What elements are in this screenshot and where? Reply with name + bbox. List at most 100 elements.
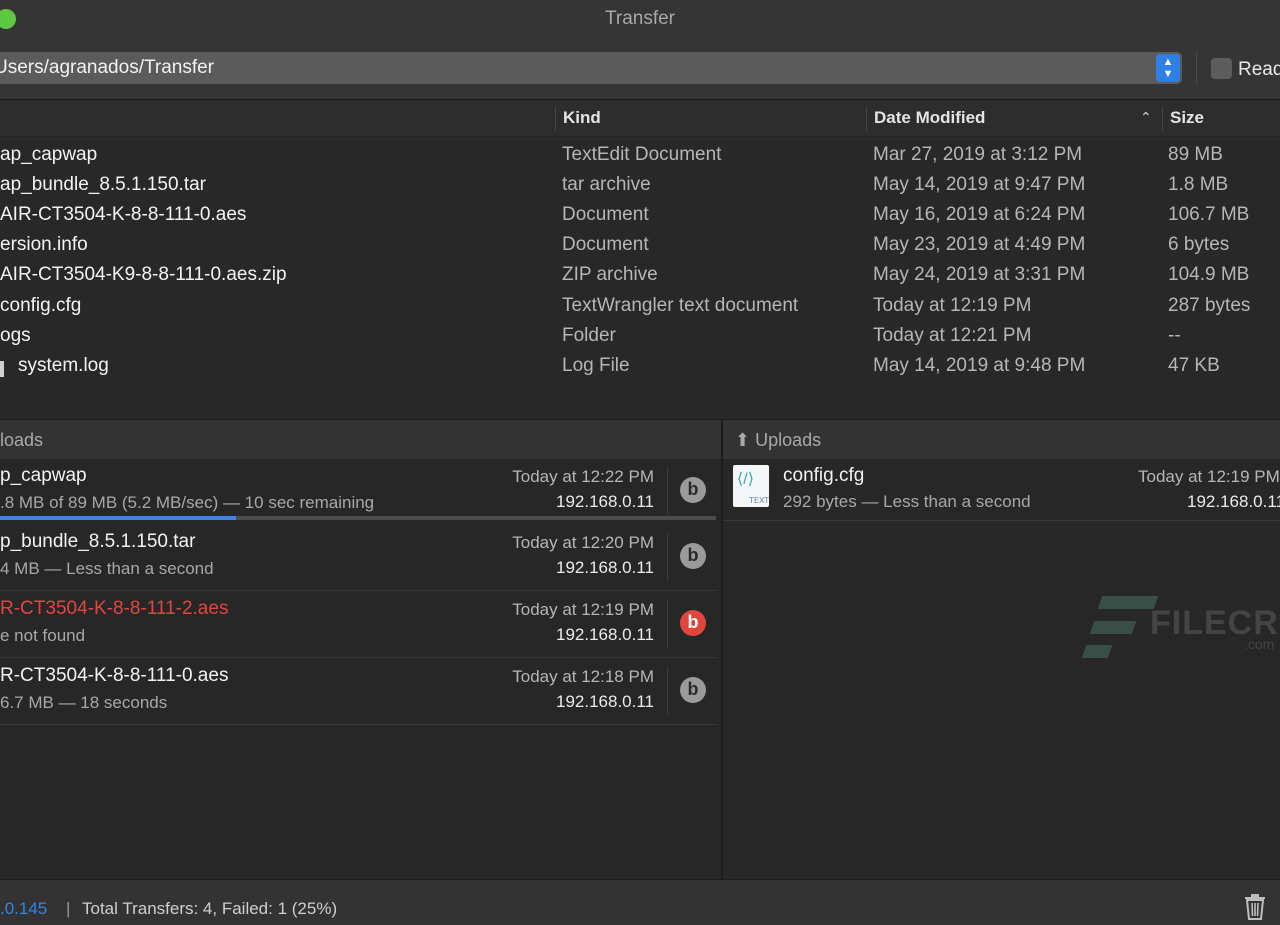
file-date: May 14, 2019 at 9:48 PM — [873, 355, 1086, 376]
file-size: 89 MB — [1168, 144, 1223, 165]
uploads-header: ⬆ Uploads — [723, 419, 1280, 459]
transfer-row[interactable]: R-CT3504-K-8-8-111-0.aes 6.7 MB — 18 sec… — [0, 659, 718, 725]
column-header-kind[interactable]: Kind — [563, 108, 601, 128]
column-divider[interactable] — [1162, 107, 1163, 131]
file-kind: Folder — [562, 325, 616, 346]
path-text: Users/agranados/Transfer — [0, 57, 215, 78]
read-only-checkbox[interactable] — [1211, 58, 1232, 79]
transfer-ip: 192.168.0.11 — [556, 692, 654, 711]
transfer-name: R-CT3504-K-8-8-111-0.aes — [0, 665, 229, 686]
transfer-name: p_bundle_8.5.1.150.tar — [0, 531, 196, 552]
file-date: May 16, 2019 at 6:24 PM — [873, 204, 1086, 225]
row-divider — [667, 600, 668, 648]
watermark-sub: .com — [1244, 636, 1275, 652]
file-kind: tar archive — [562, 174, 651, 195]
file-list-header: Kind Date Modified ⌃ Size — [0, 101, 1280, 137]
file-name: config.cfg — [0, 295, 82, 316]
transfer-detail: 6.7 MB — 18 seconds — [0, 693, 168, 712]
error-button-icon[interactable]: b — [680, 610, 706, 636]
path-popup-button[interactable]: Users/agranados/Transfer ▲ ▼ — [0, 52, 1182, 84]
transfer-summary: Total Transfers: 4, Failed: 1 (25%) — [82, 899, 338, 918]
watermark-bar — [1081, 645, 1113, 658]
file-name: AIR-CT3504-K9-8-8-111-0.aes.zip — [0, 264, 287, 285]
transfer-time: Today at 12:22 PM — [512, 467, 654, 486]
downloads-header: loads — [0, 419, 721, 459]
upload-row[interactable]: ⟨/⟩ TEXT config.cfg 292 bytes — Less tha… — [723, 459, 1280, 521]
log-file-icon — [0, 361, 4, 377]
progress-bar — [0, 516, 716, 520]
reveal-button-icon[interactable]: b — [680, 677, 706, 703]
row-divider — [667, 667, 668, 715]
file-date: May 23, 2019 at 4:49 PM — [873, 234, 1086, 255]
column-divider[interactable] — [866, 107, 867, 131]
transfer-time: Today at 12:19 PM — [512, 600, 654, 619]
status-bar: .0.145 | Total Transfers: 4, Failed: 1 (… — [0, 879, 1280, 925]
up-down-chevron-icon[interactable]: ▲ ▼ — [1156, 54, 1180, 82]
filecr-watermark-logo: FILECR .com — [1081, 592, 1280, 662]
file-name: ap_capwap — [0, 144, 98, 165]
file-row[interactable]: ogs Folder Today at 12:21 PM -- — [0, 324, 1280, 354]
file-row[interactable]: ersion.info Document May 23, 2019 at 4:4… — [0, 233, 1280, 263]
read-only-label: Read — [1238, 59, 1280, 80]
file-row[interactable]: AIR-CT3504-K9-8-8-111-0.aes.zip ZIP arch… — [0, 263, 1280, 293]
transfer-name: R-CT3504-K-8-8-111-2.aes — [0, 598, 229, 619]
uploads-title: ⬆ Uploads — [735, 430, 822, 450]
toolbar: Users/agranados/Transfer ▲ ▼ Read — [0, 38, 1280, 100]
file-date: Mar 27, 2019 at 3:12 PM — [873, 144, 1083, 165]
upload-ip: 192.168.0.11 — [1187, 492, 1280, 511]
file-kind: Document — [562, 234, 649, 255]
transfer-detail: .8 MB of 89 MB (5.2 MB/sec) — 10 sec rem… — [0, 493, 375, 512]
upload-name: config.cfg — [783, 465, 865, 486]
watermark-bar — [1089, 621, 1137, 634]
transfer-ip: 192.168.0.11 — [556, 625, 654, 644]
document-txt-glyph: TEXT — [749, 496, 770, 505]
file-kind: Log File — [562, 355, 630, 376]
file-kind: ZIP archive — [562, 264, 658, 285]
file-kind: TextWrangler text document — [562, 295, 799, 316]
upload-detail: 292 bytes — Less than a second — [783, 492, 1031, 511]
reveal-button-icon[interactable]: b — [680, 543, 706, 569]
transfer-ip: 192.168.0.11 — [556, 558, 654, 577]
file-size: 6 bytes — [1168, 234, 1230, 255]
file-size: 287 bytes — [1168, 295, 1251, 316]
document-arrow-glyph: ⟨/⟩ — [737, 471, 754, 488]
upload-time: Today at 12:19 PM — [1138, 467, 1280, 486]
column-divider[interactable] — [555, 107, 556, 131]
file-row[interactable]: config.cfg TextWrangler text document To… — [0, 294, 1280, 324]
title-bar: Transfer — [0, 0, 1280, 38]
trash-icon[interactable] — [1244, 894, 1266, 920]
file-name: system.log — [18, 355, 109, 376]
sort-ascending-icon: ⌃ — [1140, 109, 1152, 125]
row-divider — [667, 467, 668, 515]
file-list: ap_capwap TextEdit Document Mar 27, 2019… — [0, 140, 1280, 419]
file-row[interactable]: ap_bundle_8.5.1.150.tar tar archive May … — [0, 173, 1280, 203]
file-size: 1.8 MB — [1168, 174, 1229, 195]
column-header-date-modified[interactable]: Date Modified — [874, 108, 985, 128]
file-name: AIR-CT3504-K-8-8-111-0.aes — [0, 204, 247, 225]
downloads-pane: loads p_capwap .8 MB of 89 MB (5.2 MB/se… — [0, 419, 721, 879]
file-size: -- — [1168, 325, 1181, 346]
file-date: Today at 12:21 PM — [873, 325, 1032, 346]
file-kind: Document — [562, 204, 649, 225]
window-title: Transfer — [604, 8, 676, 29]
transfer-name: p_capwap — [0, 465, 87, 486]
file-name: ersion.info — [0, 234, 88, 255]
reveal-button-icon[interactable]: b — [680, 477, 706, 503]
transfer-detail: e not found — [0, 626, 86, 645]
transfer-row[interactable]: p_capwap .8 MB of 89 MB (5.2 MB/sec) — 1… — [0, 459, 718, 523]
transfer-row[interactable]: p_bundle_8.5.1.150.tar 4 MB — Less than … — [0, 525, 718, 591]
status-separator: | — [66, 899, 71, 918]
file-date: May 24, 2019 at 3:31 PM — [873, 264, 1086, 285]
column-header-size[interactable]: Size — [1170, 108, 1204, 128]
file-row[interactable]: system.log Log File May 14, 2019 at 9:48… — [0, 354, 1280, 384]
file-row[interactable]: AIR-CT3504-K-8-8-111-0.aes Document May … — [0, 203, 1280, 233]
host-address[interactable]: .0.145 — [0, 899, 47, 919]
text-document-icon: ⟨/⟩ TEXT — [733, 465, 769, 507]
transfer-detail: 4 MB — Less than a second — [0, 559, 214, 578]
toolbar-divider — [1196, 52, 1197, 84]
transfer-ip: 192.168.0.11 — [556, 492, 654, 511]
file-size: 104.9 MB — [1168, 264, 1250, 285]
file-row[interactable]: ap_capwap TextEdit Document Mar 27, 2019… — [0, 143, 1280, 173]
transfer-row-failed[interactable]: R-CT3504-K-8-8-111-2.aes e not found Tod… — [0, 592, 718, 658]
file-size: 106.7 MB — [1168, 204, 1250, 225]
